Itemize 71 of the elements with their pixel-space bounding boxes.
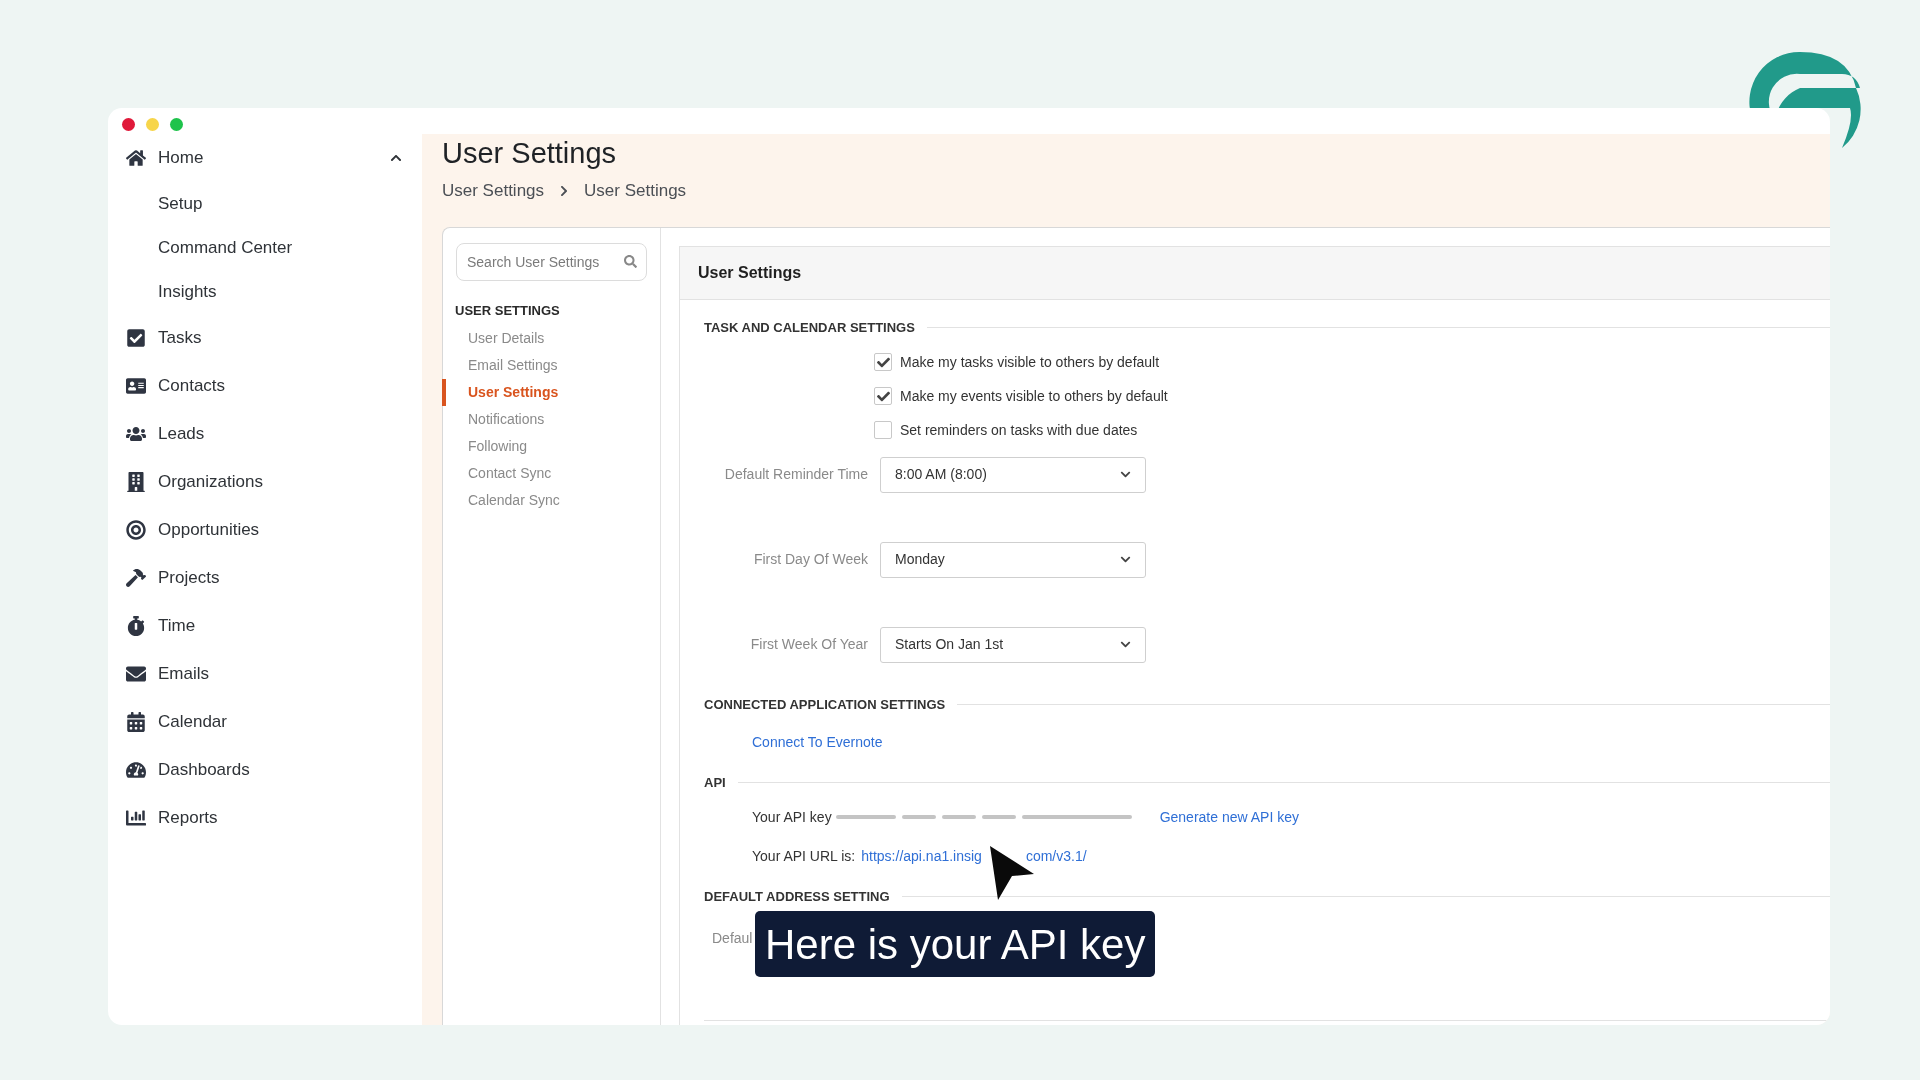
chevron-down-icon	[1120, 469, 1131, 480]
settings-nav-item[interactable]: Calendar Sync	[443, 486, 660, 514]
chevron-down-icon	[1120, 639, 1131, 650]
search-icon[interactable]	[624, 255, 637, 268]
section-heading: DEFAULT ADDRESS SETTING	[704, 887, 890, 906]
people-icon	[126, 424, 146, 444]
section-heading: TASK AND CALENDAR SETTINGS	[704, 319, 915, 337]
settings-nav-item[interactable]: Notifications	[443, 405, 660, 433]
home-icon	[126, 148, 146, 168]
sidebar-item[interactable]: Time	[126, 602, 402, 650]
checkbox-label: Make my events visible to others by default	[900, 386, 1168, 406]
id-card-icon	[126, 376, 146, 396]
sidebar-item[interactable]: Tasks	[126, 314, 402, 362]
settings-nav-item[interactable]: Contact Sync	[443, 459, 660, 487]
envelope-icon	[126, 664, 146, 684]
api-key-label: Your API key	[752, 807, 832, 827]
breadcrumb-link[interactable]: User Settings	[584, 178, 687, 204]
sidebar-item[interactable]: Dashboards	[126, 746, 402, 794]
settings-nav-item[interactable]: Email Settings	[443, 351, 660, 379]
sidebar-subitem[interactable]: Setup	[126, 182, 402, 226]
checkbox-label: Make my tasks visible to others by default	[900, 352, 1160, 372]
section-heading: API	[704, 774, 726, 792]
api-url-link[interactable]: https://api.na1.insig	[861, 845, 982, 867]
bar-chart-icon	[126, 808, 146, 828]
dropdown[interactable]: Monday	[880, 541, 1146, 578]
search-field[interactable]: Search User Settings	[456, 243, 647, 281]
checkbox[interactable]	[874, 353, 892, 371]
chevron-up-icon[interactable]	[390, 152, 402, 164]
sidebar-item[interactable]: Emails	[126, 650, 402, 698]
sidebar-item[interactable]: Calendar	[126, 698, 402, 746]
checkbox[interactable]	[874, 421, 892, 439]
api-url-link[interactable]: com/v3.1/	[1025, 845, 1087, 867]
sidebar-item[interactable]: Projects	[126, 554, 402, 602]
sidebar-item[interactable]: Leads	[126, 410, 402, 458]
caption-banner: Here is your API key	[755, 911, 1156, 977]
api-url-label: Your API URL is:	[752, 846, 856, 866]
check-icon	[876, 355, 890, 369]
dropdown[interactable]: 8:00 AM (8:00)	[880, 456, 1146, 493]
settings-nav-item[interactable]: Following	[443, 432, 660, 460]
section-heading: CONNECTED APPLICATION SETTINGS	[704, 695, 946, 714]
sidebar-item[interactable]: Opportunities	[126, 506, 402, 554]
page-title: User Settings	[442, 136, 618, 171]
field-label: First Day Of Week	[752, 550, 868, 569]
sidebar-item[interactable]: Organizations	[126, 458, 402, 506]
calendar-icon	[126, 712, 146, 732]
stopwatch-icon	[126, 616, 146, 636]
settings-nav-item[interactable]: User Details	[443, 324, 660, 352]
sidebar-item[interactable]: Contacts	[126, 362, 402, 410]
evernote-link[interactable]: Connect To Evernote	[752, 732, 883, 753]
sidebar-subitem[interactable]: Command Center	[126, 226, 402, 270]
sidebar-item[interactable]: Home	[126, 134, 402, 182]
breadcrumb-link[interactable]: User Settings	[442, 178, 545, 204]
gauge-icon	[126, 760, 146, 780]
panel-title: User Settings	[698, 263, 802, 283]
checkbox-label: Set reminders on tasks with due dates	[900, 420, 1138, 440]
hammer-icon	[126, 568, 146, 588]
field-label: Defaul	[712, 929, 753, 948]
nav-heading: USER SETTINGS	[455, 302, 561, 320]
checkbox[interactable]	[874, 387, 892, 405]
sidebar-subitem[interactable]: Insights	[126, 270, 402, 314]
target-icon	[126, 520, 146, 540]
checkbox-icon	[126, 328, 146, 348]
dropdown[interactable]: Starts On Jan 1st	[880, 626, 1146, 663]
building-icon	[126, 472, 146, 492]
settings-nav-item[interactable]: User Settings	[442, 378, 660, 406]
sidebar-item[interactable]: Reports	[126, 794, 402, 842]
field-label: First Week Of Year	[749, 635, 868, 654]
check-icon	[876, 389, 890, 403]
chevron-down-icon	[1120, 554, 1131, 565]
field-label: Default Reminder Time	[723, 465, 868, 484]
generate-key-link[interactable]: Generate new API key	[1159, 806, 1299, 828]
